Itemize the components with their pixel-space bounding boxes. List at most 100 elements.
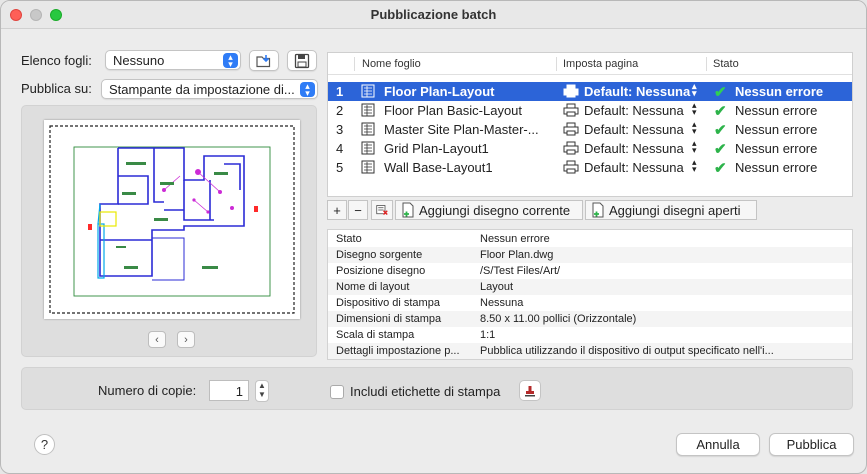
- detail-key: Scala di stampa: [336, 329, 415, 341]
- copies-stepper[interactable]: ▲ ▼: [255, 380, 269, 402]
- detail-row: Dispositivo di stampa Nessuna: [328, 295, 852, 311]
- save-sheet-list-button[interactable]: [287, 50, 317, 71]
- column-header-status[interactable]: Stato: [713, 58, 739, 70]
- add-current-drawing-label: Aggiungi disegno corrente: [419, 202, 571, 218]
- publish-to-label: Pubblica su:: [21, 81, 92, 96]
- column-divider: [706, 57, 707, 71]
- checkmark-icon: ✔: [714, 122, 727, 139]
- plus-icon: +: [333, 202, 341, 218]
- include-stamp-checkbox[interactable]: [330, 385, 344, 399]
- floor-plan-thumbnail: [49, 125, 295, 314]
- next-sheet-button[interactable]: ›: [177, 331, 195, 348]
- sheet-name: Wall Base-Layout1: [384, 160, 493, 175]
- printer-icon: [563, 84, 579, 101]
- row-number: 2: [336, 103, 344, 118]
- detail-value: Nessuna: [480, 297, 524, 309]
- checkmark-icon: ✔: [714, 103, 727, 120]
- add-current-drawing-button[interactable]: Aggiungi disegno corrente: [395, 200, 583, 220]
- detail-row: Dettagli impostazione p... Pubblica utili…: [328, 343, 852, 359]
- remove-errors-button[interactable]: [371, 200, 393, 220]
- help-button[interactable]: ?: [34, 434, 55, 455]
- chevron-right-icon: ›: [184, 333, 188, 346]
- page-setup-value: Default: Nessuna: [584, 141, 684, 156]
- page-setup-stepper[interactable]: ▴ ▾: [692, 158, 697, 175]
- sheet-name: Floor Plan Basic-Layout: [384, 103, 523, 118]
- load-sheet-list-button[interactable]: [249, 50, 279, 71]
- sheets-table: Nome foglio Imposta pagina Stato 1 Floor …: [327, 52, 853, 197]
- column-header-sheet-name[interactable]: Nome foglio: [362, 58, 421, 70]
- add-open-drawings-button[interactable]: Aggiungi disegni aperti: [585, 200, 757, 220]
- column-divider: [556, 57, 557, 71]
- publish-button[interactable]: Pubblica: [769, 433, 854, 456]
- publish-dialog: Pubblicazione batch Elenco fogli: Nessun…: [0, 0, 867, 474]
- page-setup-stepper[interactable]: ▴ ▾: [692, 120, 697, 137]
- detail-row: Stato Nessun errore: [328, 231, 852, 247]
- copies-input[interactable]: 1: [209, 380, 249, 401]
- remove-sheet-button[interactable]: −: [348, 200, 368, 220]
- detail-key: Dettagli impostazione p...: [336, 345, 460, 357]
- stamp-settings-button[interactable]: [519, 380, 541, 401]
- status-value: Nessun errore: [735, 122, 818, 137]
- detail-row: Scala di stampa 1:1: [328, 327, 852, 343]
- stamp-icon: [525, 385, 535, 396]
- printer-icon: [563, 141, 579, 158]
- detail-key: Stato: [336, 233, 362, 245]
- sheet-list-label: Elenco fogli:: [21, 53, 92, 68]
- sheet-icon: [361, 103, 375, 120]
- printer-icon: [563, 122, 579, 139]
- sheet-icon: [361, 122, 375, 139]
- title-bar: Pubblicazione batch: [1, 1, 866, 29]
- page-setup-stepper[interactable]: ▴ ▾: [692, 101, 697, 118]
- sheet-icon: [361, 160, 375, 177]
- detail-value: Floor Plan.dwg: [480, 249, 554, 261]
- stepper-up-icon: ▲: [258, 381, 266, 390]
- row-number: 4: [336, 141, 344, 156]
- page-setup-stepper[interactable]: ▴ ▾: [692, 82, 697, 99]
- table-header: Nome foglio Imposta pagina Stato: [328, 53, 852, 75]
- table-row[interactable]: 4 Grid Plan-Layout1 Default: Nessuna ▴ ▾ ✔ Nes…: [328, 139, 852, 159]
- status-value: Nessun errore: [735, 84, 824, 99]
- page-setup-value: Default: Nessuna: [584, 84, 691, 99]
- publish-to-select[interactable]: Stampante da impostazione di... ▴ ▾: [101, 79, 318, 99]
- column-header-page-setup[interactable]: Imposta pagina: [563, 58, 638, 70]
- sheet-name: Floor Plan-Layout: [384, 84, 495, 99]
- row-number: 1: [336, 84, 344, 99]
- table-row[interactable]: 2 Floor Plan Basic-Layout Default: Nessuna…: [328, 101, 852, 121]
- sheet-icon: [361, 84, 375, 101]
- printer-icon: [563, 160, 579, 177]
- status-value: Nessun errore: [735, 160, 818, 175]
- detail-key: Dimensioni di stampa: [336, 313, 442, 325]
- publish-to-value: Stampante da impostazione di...: [109, 82, 295, 97]
- add-drawings-icon: [592, 202, 604, 218]
- sheet-icon: [361, 141, 375, 158]
- detail-row: Disegno sorgente Floor Plan.dwg: [328, 247, 852, 263]
- sheet-list-select[interactable]: Nessuno ▴ ▾: [105, 50, 241, 70]
- details-panel: Stato Nessun errore Disegno sorgente Floor …: [327, 229, 853, 360]
- copies-label: Numero di copie:: [98, 383, 197, 398]
- printer-icon: [563, 103, 579, 120]
- cancel-button[interactable]: Annulla: [676, 433, 760, 456]
- page-setup-value: Default: Nessuna: [584, 160, 684, 175]
- stepper-down-icon: ▼: [258, 390, 266, 399]
- status-value: Nessun errore: [735, 141, 818, 156]
- detail-row: Nome di layout Layout: [328, 279, 852, 295]
- sheet-name: Master Site Plan-Master-...: [384, 122, 539, 137]
- status-value: Nessun errore: [735, 103, 818, 118]
- previous-sheet-button[interactable]: ‹: [148, 331, 166, 348]
- detail-row: Posizione disegno/S/Test Files/Art/: [328, 263, 852, 279]
- detail-value: 8.50 x 11.00 pollici (Orizzontale): [480, 313, 637, 325]
- table-row[interactable]: 5 Wall Base-Layout1 Default: Nessuna ▴ ▾ ✔ Nes…: [328, 158, 852, 178]
- table-row[interactable]: 1 Floor Plan-Layout Default: Nessuna ▴ ▾ ✔ Nes…: [328, 82, 852, 101]
- detail-key: Dispositivo di stampa: [336, 297, 440, 309]
- detail-row: Dimensioni di stampa 8.50 x 11.00 pollici…: [328, 311, 852, 327]
- page-setup-stepper[interactable]: ▴ ▾: [692, 139, 697, 156]
- chevron-updown-icon: ▴ ▾: [300, 82, 315, 98]
- page-setup-value: Default: Nessuna: [584, 122, 684, 137]
- detail-key: Disegno sorgente: [336, 249, 423, 261]
- table-row[interactable]: 3 Master Site Plan-Master-... Default: Nes…: [328, 120, 852, 140]
- add-open-drawings-label: Aggiungi disegni aperti: [609, 202, 741, 218]
- row-number: 5: [336, 160, 344, 175]
- detail-key: Posizione disegno: [336, 265, 426, 277]
- chevron-left-icon: ‹: [155, 333, 159, 346]
- add-sheet-button[interactable]: +: [327, 200, 347, 220]
